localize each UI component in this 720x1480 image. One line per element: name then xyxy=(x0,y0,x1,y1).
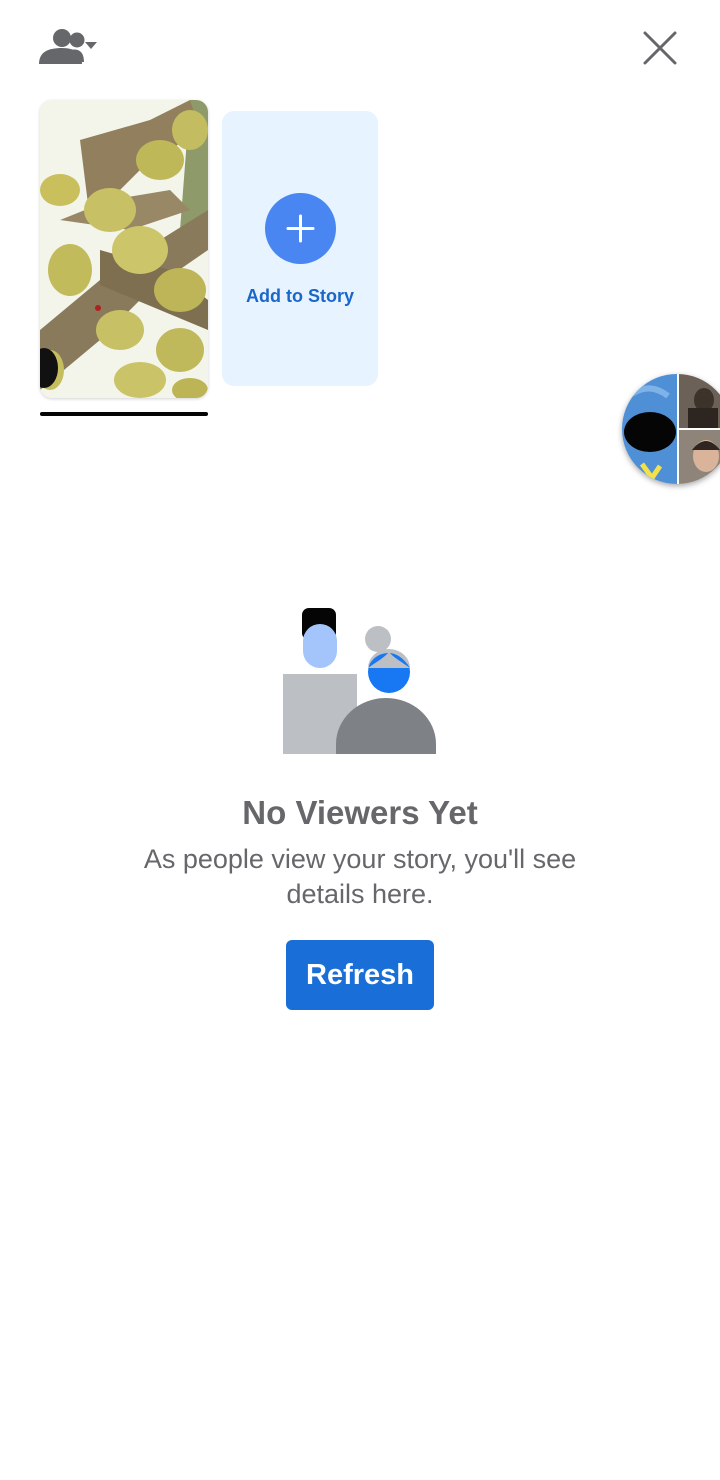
close-icon xyxy=(643,31,677,65)
durian-tree-photo xyxy=(40,100,208,398)
viewers-illustration xyxy=(280,606,440,754)
plus-icon xyxy=(286,214,315,243)
story-thumbnail[interactable] xyxy=(40,100,208,398)
people-icon xyxy=(39,29,97,64)
add-to-story-card[interactable]: Add to Story xyxy=(222,111,378,386)
close-button[interactable] xyxy=(636,24,684,72)
empty-state-title: No Viewers Yet xyxy=(242,794,478,831)
selected-story-indicator xyxy=(40,412,208,416)
add-to-story-label: Add to Story xyxy=(246,286,354,306)
chat-heads-avatars xyxy=(622,374,720,484)
chat-heads-bubble[interactable] xyxy=(622,374,720,484)
audience-selector-button[interactable] xyxy=(36,24,104,68)
empty-state-subtitle: As people view your story, you'll see de… xyxy=(143,844,577,909)
refresh-button[interactable]: Refresh xyxy=(286,940,434,1010)
add-story-plus-button[interactable] xyxy=(265,193,336,264)
